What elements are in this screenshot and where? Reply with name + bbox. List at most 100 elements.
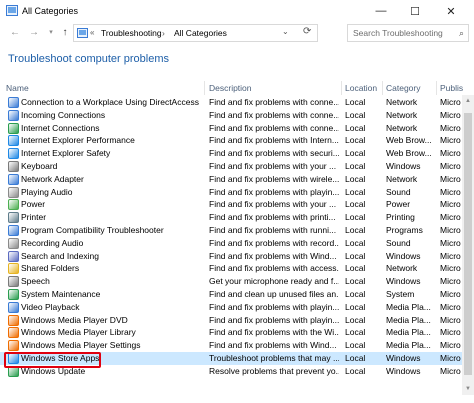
table-row[interactable]: Playing Audio Find and fix problems with … (0, 186, 462, 199)
close-button[interactable]: ✕ (436, 0, 466, 22)
search-icon[interactable]: ⌕ (459, 28, 464, 39)
forward-arrow-icon[interactable]: → (27, 26, 41, 40)
column-divider[interactable] (341, 81, 342, 95)
table-row[interactable]: Power Find and fix problems with your ...… (0, 198, 462, 211)
row-publisher: Micro (440, 250, 461, 261)
row-name: Program Compatibility Troubleshooter (21, 225, 164, 235)
table-row[interactable]: Internet Explorer Performance Find and fi… (0, 134, 462, 147)
table-row[interactable]: Video Playback Find and fix problems with… (0, 301, 462, 314)
row-location: Local (345, 199, 366, 210)
row-publisher: Micro (440, 353, 461, 363)
troubleshooter-icon (8, 135, 19, 147)
column-header-description[interactable]: Description (209, 83, 252, 93)
table-row[interactable]: Network Adapter Find and fix problems wit… (0, 173, 462, 186)
column-header-name[interactable]: Name (6, 83, 29, 93)
row-name: Internet Connections (21, 122, 100, 133)
table-row[interactable]: Program Compatibility Troubleshooter Find… (0, 224, 462, 237)
row-category: Windows (386, 250, 421, 261)
page-title: Troubleshoot computer problems (8, 53, 170, 65)
row-description: Find and fix problems with your ... (209, 199, 337, 210)
control-panel-icon (77, 28, 88, 38)
row-name: Incoming Connections (21, 109, 106, 120)
address-overflow-icon[interactable]: « (90, 28, 94, 37)
row-location: Local (345, 173, 366, 184)
column-header-location[interactable]: Location (345, 83, 377, 93)
refresh-icon[interactable]: ⟳ (303, 26, 311, 37)
row-location: Local (345, 263, 366, 274)
column-divider[interactable] (204, 81, 205, 95)
table-row[interactable]: Recording Audio Find and fix problems wit… (0, 237, 462, 250)
row-description: Find and fix problems with securi... (209, 148, 339, 159)
column-header-category[interactable]: Category (386, 83, 421, 93)
row-location: Local (345, 327, 366, 338)
recent-locations-chevron-icon[interactable]: ▾ (44, 26, 58, 40)
row-location: Local (345, 225, 366, 235)
row-name: Shared Folders (21, 263, 80, 274)
table-row[interactable]: Search and Indexing Find and fix problems… (0, 250, 462, 263)
row-category: Media Pla... (386, 301, 431, 312)
row-publisher: Micro (440, 301, 461, 312)
table-row[interactable]: System Maintenance Find and clean up unus… (0, 288, 462, 301)
row-publisher: Micro (440, 263, 461, 274)
search-input[interactable]: Search Troubleshooting ⌕ (347, 24, 469, 42)
address-dropdown-chevron-icon[interactable]: ⌄ (282, 27, 289, 36)
row-location: Local (345, 365, 366, 376)
table-row[interactable]: Connection to a Workplace Using DirectAc… (0, 96, 462, 109)
table-row[interactable]: Incoming Connections Find and fix problem… (0, 109, 462, 122)
row-location: Local (345, 250, 366, 261)
table-row[interactable]: Internet Connections Find and fix problem… (0, 122, 462, 135)
table-row[interactable]: Windows Media Player Library Find and fix… (0, 326, 462, 339)
window-title: All Categories (22, 6, 79, 16)
row-category: Windows (386, 353, 421, 363)
table-row[interactable]: Printer Find and fix problems with printi… (0, 211, 462, 224)
row-description: Find and fix problems with the Wi... (209, 327, 339, 338)
row-description: Find and fix problems with wirele... (209, 173, 339, 184)
row-name: Keyboard (21, 161, 58, 171)
row-description: Find and fix problems with runni... (209, 225, 337, 235)
minimize-button[interactable]: — (366, 0, 396, 22)
row-location: Local (345, 353, 366, 363)
row-category: Network (386, 263, 418, 274)
table-row[interactable]: Keyboard Find and fix problems with your … (0, 160, 462, 173)
row-location: Local (345, 148, 366, 159)
row-publisher: Micro (440, 173, 461, 184)
table-row[interactable]: Windows Media Player Settings Find and fi… (0, 339, 462, 352)
troubleshooter-icon (8, 237, 19, 249)
row-publisher: Micro (440, 340, 461, 351)
row-category: Media Pla... (386, 327, 431, 338)
row-category: Web Brow... (386, 148, 432, 159)
table-row[interactable]: Shared Folders Find and fix problems with… (0, 262, 462, 275)
up-arrow-icon[interactable]: ↑ (58, 26, 72, 40)
row-description: Troubleshoot problems that may ... (209, 353, 339, 363)
row-publisher: Micro (440, 237, 461, 248)
column-divider[interactable] (436, 81, 437, 95)
breadcrumb-troubleshooting[interactable]: Troubleshooting (101, 28, 162, 38)
troubleshooter-icon (8, 97, 19, 108)
table-row[interactable]: Windows Media Player DVD Find and fix pro… (0, 314, 462, 327)
table-row[interactable]: Speech Get your microphone ready and f...… (0, 275, 462, 288)
breadcrumb-separator-icon[interactable]: › (162, 28, 165, 38)
row-location: Local (345, 289, 366, 299)
maximize-button[interactable]: ☐ (400, 0, 430, 22)
row-name: Power (21, 199, 46, 210)
row-category: Sound (386, 237, 411, 248)
column-header-row: Name Description Location Category Publi… (0, 81, 463, 95)
breadcrumb-all-categories[interactable]: All Categories (174, 28, 227, 38)
vertical-scrollbar[interactable]: ▲ ▼ (462, 95, 474, 395)
scroll-down-arrow-icon[interactable]: ▼ (462, 383, 474, 395)
table-row[interactable]: Internet Explorer Safety Find and fix pro… (0, 147, 462, 160)
address-bar[interactable]: « Troubleshooting › All Categories ⌄ ⟳ (73, 24, 318, 42)
row-name: System Maintenance (21, 289, 101, 299)
column-divider[interactable] (382, 81, 383, 95)
row-publisher: Micro (440, 97, 461, 107)
row-location: Local (345, 122, 366, 133)
row-description: Find and fix problems with printi... (209, 212, 336, 223)
scrollbar-thumb[interactable] (464, 113, 472, 375)
troubleshooter-icon (8, 161, 19, 172)
control-panel-icon (6, 5, 18, 16)
scroll-up-arrow-icon[interactable]: ▲ (462, 95, 474, 107)
back-arrow-icon[interactable]: ← (8, 26, 22, 40)
row-location: Local (345, 135, 366, 146)
column-header-publisher[interactable]: Publis (440, 83, 463, 93)
row-description: Find and fix problems with conne... (209, 109, 339, 120)
